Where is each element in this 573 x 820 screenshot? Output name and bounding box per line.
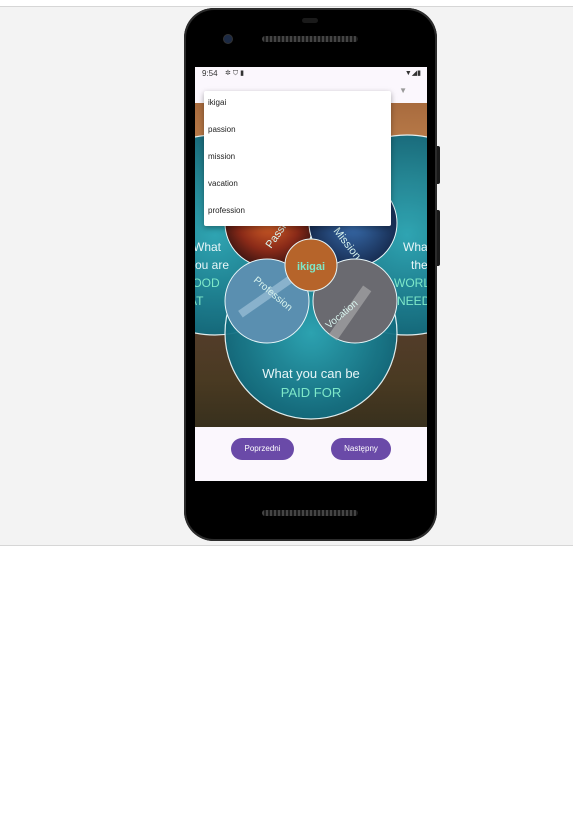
sensor (302, 18, 318, 23)
left-text-2: you are (195, 258, 229, 272)
volume-button (437, 210, 440, 266)
previous-button[interactable]: Poprzedni (231, 438, 294, 460)
status-right-icons: ▼◢▮ (405, 69, 421, 77)
dropdown-item-vacation[interactable]: vacation (208, 179, 238, 188)
bottom-speaker (262, 510, 358, 516)
sd-card-icon: ▮ (240, 70, 246, 77)
status-time: 9:54 (202, 69, 218, 78)
dropdown-item-profession[interactable]: profession (208, 206, 245, 215)
front-camera (224, 35, 232, 43)
screen: 9:54 ✲⛉▮ ▼◢▮ ▼ ikigai Passion Mission Pr… (195, 67, 427, 481)
dropdown-item-mission[interactable]: mission (208, 152, 235, 161)
bottom-text-1: What you can be (262, 366, 360, 381)
left-text-3: GOOD (195, 276, 220, 290)
phone-frame: 9:54 ✲⛉▮ ▼◢▮ ▼ ikigai Passion Mission Pr… (184, 8, 437, 541)
right-text-2: the (411, 258, 427, 272)
wifi-icon: ▼ (404, 70, 412, 77)
dropdown-menu: ikigai passion mission vacation professi… (204, 91, 391, 226)
dropdown-item-ikigai[interactable]: ikigai (208, 98, 226, 107)
battery-icon: ▮ (417, 70, 421, 77)
power-button (437, 146, 440, 184)
status-left-icons: ✲⛉▮ (225, 69, 246, 78)
chevron-down-icon[interactable]: ▼ (399, 86, 407, 95)
top-speaker (262, 36, 358, 42)
left-text-4: AT (195, 294, 204, 308)
status-bar: 9:54 ✲⛉▮ ▼◢▮ (195, 67, 427, 81)
left-text-1: What (195, 240, 222, 254)
center-label: ikigai (297, 261, 325, 273)
right-text-3: WORLD (394, 276, 427, 290)
next-button[interactable]: Następny (331, 438, 391, 460)
right-text-4: NEEDS (397, 294, 427, 308)
bottom-text-2: PAID FOR (281, 385, 341, 400)
dropdown-item-passion[interactable]: passion (208, 125, 236, 134)
right-text-1: What (403, 240, 427, 254)
navigation-area: Poprzedni Następny (195, 427, 427, 481)
gear-icon: ✲ (225, 70, 233, 77)
